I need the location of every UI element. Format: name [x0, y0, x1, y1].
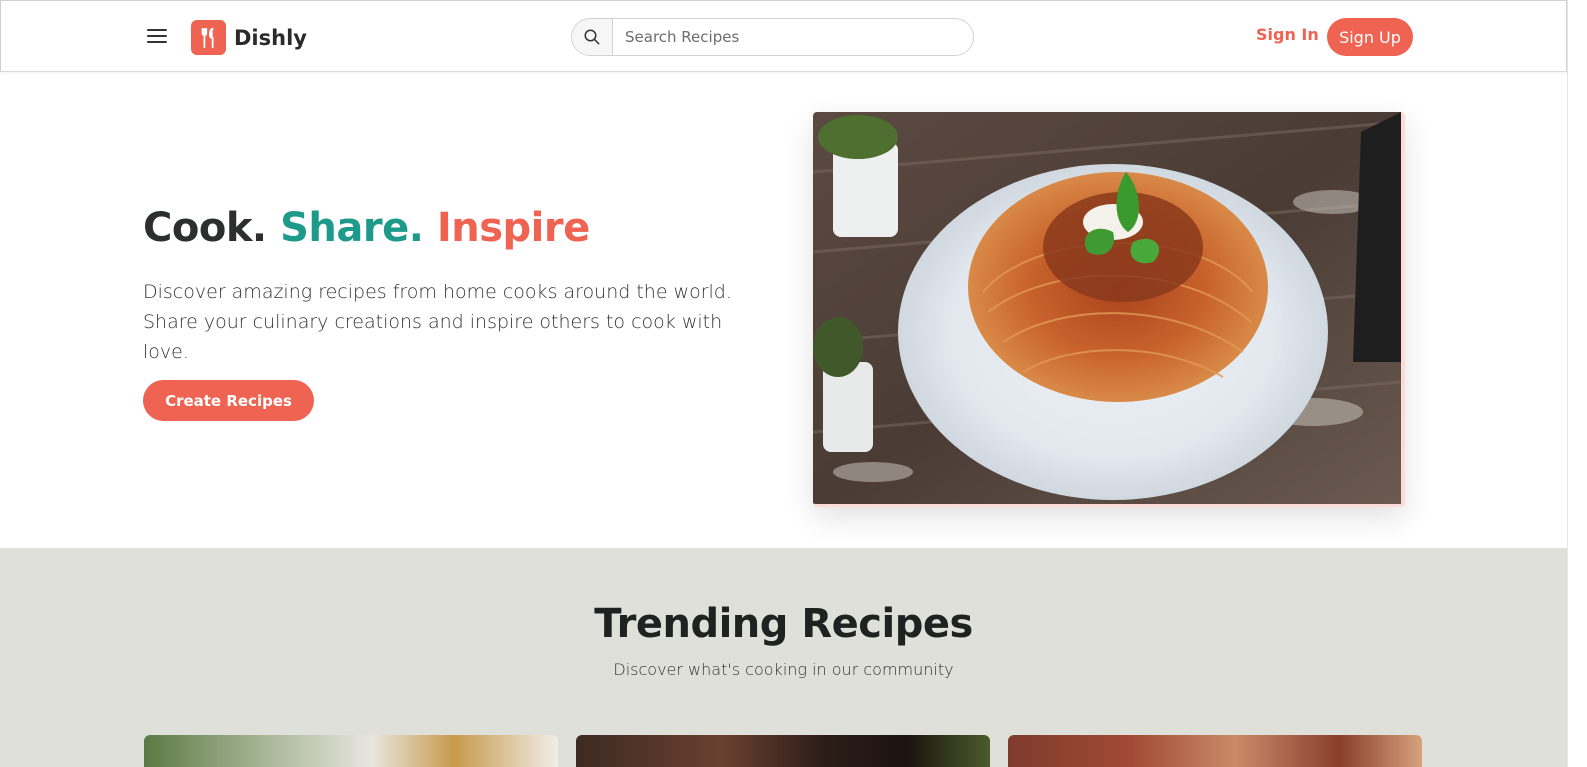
- recipe-card[interactable]: [144, 735, 558, 767]
- search-icon[interactable]: [572, 19, 613, 55]
- hero-title-share: Share.: [280, 205, 424, 251]
- hero-title-inspire: Inspire: [436, 205, 590, 251]
- sign-up-button[interactable]: Sign Up: [1327, 18, 1413, 56]
- trending-title: Trending Recipes: [594, 601, 973, 647]
- create-recipes-button[interactable]: Create Recipes: [143, 380, 314, 421]
- menu-icon[interactable]: [145, 25, 169, 49]
- top-navbar: Dishly Sign In Sign Up: [0, 0, 1567, 72]
- brand-logo[interactable]: Dishly: [191, 20, 307, 55]
- sign-in-link[interactable]: Sign In: [1256, 25, 1319, 44]
- scrollbar[interactable]: [1567, 0, 1587, 767]
- brand-name: Dishly: [234, 25, 307, 50]
- trending-subtitle: Discover what's cooking in our community: [613, 660, 954, 679]
- search-bar: [571, 18, 974, 56]
- fork-knife-icon: [191, 20, 226, 55]
- hero-title-cook: Cook.: [143, 205, 267, 251]
- hero-title: Cook. Share. Inspire: [143, 205, 590, 251]
- hero-image-spaghetti: [813, 112, 1405, 507]
- recipe-card[interactable]: [1008, 735, 1422, 767]
- search-input[interactable]: [613, 19, 973, 55]
- recipe-card[interactable]: [576, 735, 990, 767]
- trending-section: Trending Recipes Discover what's cooking…: [0, 548, 1567, 767]
- hero-description: Discover amazing recipes from home cooks…: [143, 281, 732, 363]
